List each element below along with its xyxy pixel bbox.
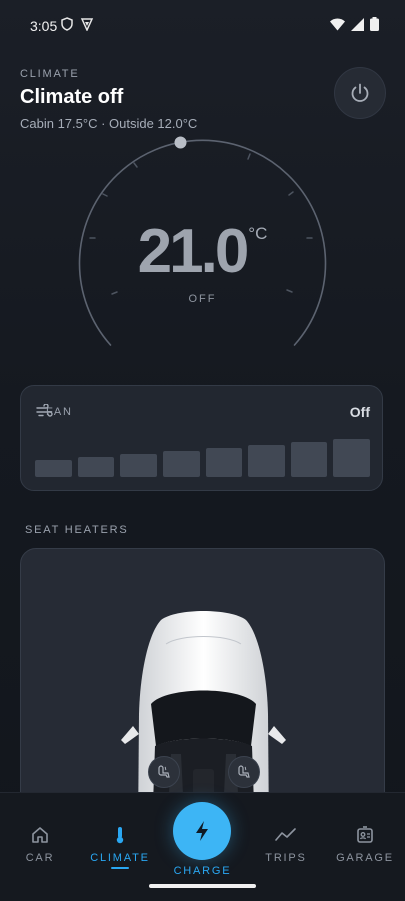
nav-label-garage: GARAGE <box>336 852 394 864</box>
cellular-signal-icon <box>351 17 364 31</box>
seat-heaters-card <box>20 548 385 828</box>
fan-level-4[interactable] <box>162 451 200 477</box>
climate-state: OFF <box>188 293 217 305</box>
nav-label-charge[interactable]: CHARGE <box>0 865 405 877</box>
fan-level-7[interactable] <box>290 442 328 477</box>
fan-label: FAN <box>46 406 73 418</box>
fan-level-6[interactable] <box>248 445 285 477</box>
thermometer-icon <box>116 827 124 844</box>
id-card-icon <box>357 826 373 843</box>
status-notification-icons <box>60 17 94 31</box>
nav-label-trips: TRIPS <box>265 852 307 864</box>
fan-value: Off <box>349 404 370 420</box>
status-time: 3:05 <box>30 18 58 34</box>
fan-level-8[interactable] <box>333 439 370 477</box>
fan-speed-selector[interactable] <box>35 437 370 477</box>
seat-heaters-label: SEAT HEATERS <box>25 524 129 536</box>
nav-item-trips[interactable]: TRIPS <box>246 826 326 864</box>
nav-item-car[interactable]: CAR <box>0 826 80 864</box>
home-indicator[interactable] <box>149 884 256 888</box>
battery-icon <box>370 17 379 31</box>
climate-power-button[interactable] <box>334 67 386 119</box>
dial-handle <box>174 136 187 149</box>
section-eyebrow: CLIMATE <box>20 68 80 80</box>
left-seat-heater-button[interactable] <box>148 756 180 788</box>
charge-button[interactable] <box>173 802 231 860</box>
right-seat-heater-button[interactable] <box>228 756 260 788</box>
fan-level-5[interactable] <box>205 448 243 477</box>
lightning-icon <box>196 821 208 841</box>
fan-level-1[interactable] <box>35 460 72 477</box>
status-system-icons <box>330 17 379 31</box>
nav-item-climate[interactable]: CLIMATE <box>80 826 160 864</box>
cabin-outside-temperature: Cabin 17.5°C · Outside 12.0°C <box>20 116 198 131</box>
fan-level-2[interactable] <box>77 457 115 477</box>
nav-label-car: CAR <box>25 852 55 864</box>
shield-icon <box>61 17 73 31</box>
vpn-shield-icon <box>80 18 94 31</box>
target-temperature: 21.0 °C <box>0 216 405 287</box>
wifi-icon <box>330 18 345 30</box>
fan-level-3[interactable] <box>120 454 157 477</box>
temperature-value: 21.0 <box>137 217 250 286</box>
temperature-unit: °C <box>248 224 268 243</box>
seat-heater-icon <box>158 765 170 778</box>
nav-item-garage[interactable]: GARAGE <box>325 826 405 864</box>
home-icon <box>32 827 48 843</box>
trend-line-icon <box>275 828 296 841</box>
page-title: Climate off <box>20 86 124 108</box>
nav-label-climate: CLIMATE <box>90 852 150 864</box>
seat-heater-icon <box>238 765 250 778</box>
power-icon <box>351 83 369 102</box>
